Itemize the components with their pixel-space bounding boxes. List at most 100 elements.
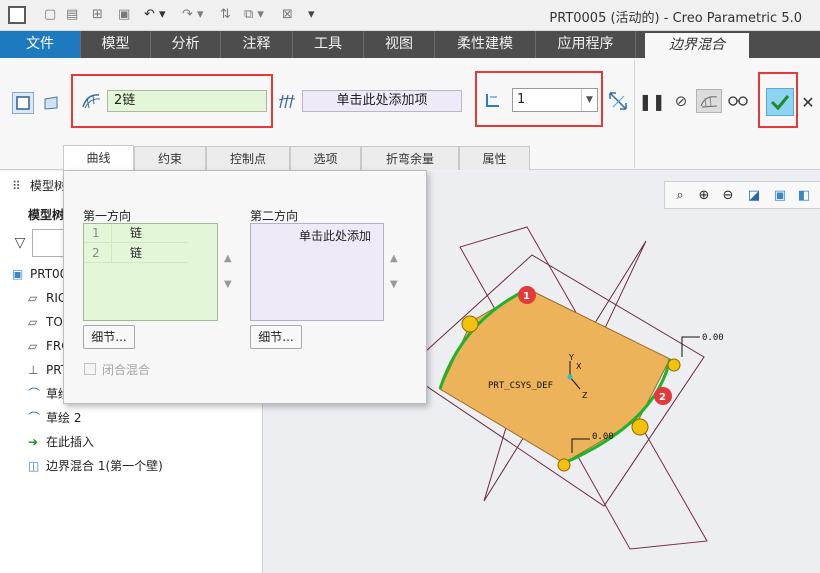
insert-arrow-icon: ➔ [28,435,39,449]
boundary-blend-icon: ◫ [28,459,40,473]
drag-handle [461,315,479,333]
tree-section-label: 模型树 [28,208,65,222]
cancel-x-button[interactable]: ✕ [800,92,816,112]
tab-applications[interactable]: 应用程序 [536,31,636,58]
tab-model[interactable]: 模型 [81,31,151,58]
new-file-icon[interactable]: ▢ [44,7,56,23]
ribbon-tabbar: 文件 模型 分析 注释 工具 视图 柔性建模 应用程序 边界混合 [0,31,820,58]
filter-icon[interactable]: ▽ [10,233,30,253]
ribbon-separator [634,60,635,168]
datum-plane-icon: ▱ [28,315,38,329]
subtab-curves[interactable]: 曲线 [63,145,134,171]
save-icon[interactable]: ▣ [118,7,130,23]
curves-panel: 第一方向 1链 2链 ▲ ▼ 细节... 第二方向 单击此处添加 ▲ ▼ 细节.… [63,170,427,404]
csys-icon: ⊥ [28,363,39,377]
tab-boundary-blend[interactable]: 边界混合 [645,33,749,58]
tab-view[interactable]: 视图 [364,31,435,58]
second-direction-icon [276,90,298,112]
blend-surface [439,288,671,464]
move-down-icon[interactable]: ▼ [390,279,398,290]
first-direction-list[interactable]: 1链 2链 [83,223,218,321]
dim-label: 0.00 [702,333,724,343]
chevron-down-icon[interactable]: ▼ [581,89,597,111]
tab-tools[interactable]: 工具 [293,31,364,58]
marker-label: 1 [523,291,530,302]
marker-label: 2 [659,392,666,403]
ok-check-button[interactable] [766,88,794,116]
redo-icon[interactable]: ↷ ▾ [182,7,204,23]
swap-direction-icon[interactable] [605,88,631,114]
tree-item[interactable]: ⌒ 草绘 2 [28,408,81,428]
list-item[interactable]: 2链 [84,244,188,263]
quilt-mode-icon[interactable] [40,92,62,114]
datum-plane-icon: ▱ [28,339,38,353]
list-item-label: 链 [130,246,143,260]
second-direction-placeholder: 单击此处添加 [299,229,372,243]
tree-item-label: 边界混合 1(第一个壁) [46,459,163,473]
closed-blend-checkbox[interactable] [84,363,96,375]
axis-label: Y [568,353,574,362]
sketch-icon: ⌒ [28,411,41,425]
subtab-bend-allowance[interactable]: 折弯余量 [361,146,459,170]
tree-item[interactable]: ➔ 在此插入 [28,432,94,452]
subtab-control-points[interactable]: 控制点 [206,146,290,170]
undo-icon[interactable]: ↶ ▾ [144,7,166,23]
list-item[interactable]: 1链 [84,224,188,243]
pause-icon[interactable]: ❚❚ [639,91,666,111]
model-tree-header[interactable]: ⠿ 模型树 [12,176,66,196]
first-direction-collector[interactable]: 2链 [107,90,267,112]
csys-origin [567,374,573,380]
first-direction-icon [80,90,102,112]
close-window-icon[interactable]: ⊠ [282,7,293,23]
axis-label: Z [582,391,588,400]
app-icon [8,6,26,24]
list-item-index: 1 [84,224,112,243]
axis-label: X [576,362,582,371]
closed-blend-label: 闭合混合 [102,363,151,377]
title-bar: ▢ ▤ ⊞ ▣ ↶ ▾ ↷ ▾ ⇅ ⧉ ▾ ⊠ ▾ PRT0005 (活动的) … [0,0,820,31]
subtab-properties[interactable]: 属性 [459,146,530,170]
open-file-icon[interactable]: ▤ [66,7,78,23]
tab-file[interactable]: 文件 [0,31,81,58]
second-details-button[interactable]: 细节... [250,325,302,349]
curve-count-select[interactable]: 1 ▼ [512,88,598,112]
dim-label: 0.00 [592,432,614,442]
list-item-label: 链 [130,226,143,240]
tree-hierarchy-icon: ⠿ [12,179,21,193]
move-down-icon[interactable]: ▼ [224,279,232,290]
tab-flexible-modeling[interactable]: 柔性建模 [435,31,536,58]
subtab-constraints[interactable]: 约束 [134,146,206,170]
tab-analysis[interactable]: 分析 [151,31,221,58]
list-item-index: 2 [84,244,112,263]
dimension-leader [681,336,700,357]
preview-icon[interactable] [696,89,722,113]
first-direction-label: 第一方向 [83,209,132,223]
window-title: PRT0005 (活动的) - Creo Parametric 5.0 [549,11,802,26]
tree-header-label: 模型树 [30,179,67,193]
drag-handle [557,458,571,472]
second-direction-collector[interactable]: 单击此处添加项 [302,90,462,112]
csys-label: PRT_CSYS_DEF [488,381,553,391]
surface-mode-icon[interactable] [12,92,34,114]
move-up-icon[interactable]: ▲ [390,253,398,264]
regenerate-icon[interactable]: ⊞ [92,7,103,23]
datum-plane-icon: ▱ [28,291,38,305]
windows-icon[interactable]: ⧉ ▾ [244,7,264,23]
part-icon: ▣ [12,267,24,281]
customize-toolbar-icon[interactable]: ▾ [308,7,315,23]
sketch-icon: ⌒ [28,387,41,401]
tree-item-label: 在此插入 [46,435,95,449]
tab-annotate[interactable]: 注释 [221,31,293,58]
regen-model-icon[interactable]: ⇅ [220,7,231,23]
boundary-condition-icon [483,90,503,110]
curve-count-value: 1 [517,92,526,107]
tree-item[interactable]: ◫ 边界混合 1(第一个壁) [28,456,163,476]
subtab-options[interactable]: 选项 [290,146,361,170]
first-details-button[interactable]: 细节... [83,325,135,349]
move-up-icon[interactable]: ▲ [224,253,232,264]
second-direction-list[interactable]: 单击此处添加 [250,223,384,321]
drag-handle [667,358,681,372]
glasses-verify-icon[interactable] [727,91,749,111]
tree-item-label: 草绘 2 [46,411,82,425]
no-preview-icon[interactable]: ⊘ [671,91,691,111]
